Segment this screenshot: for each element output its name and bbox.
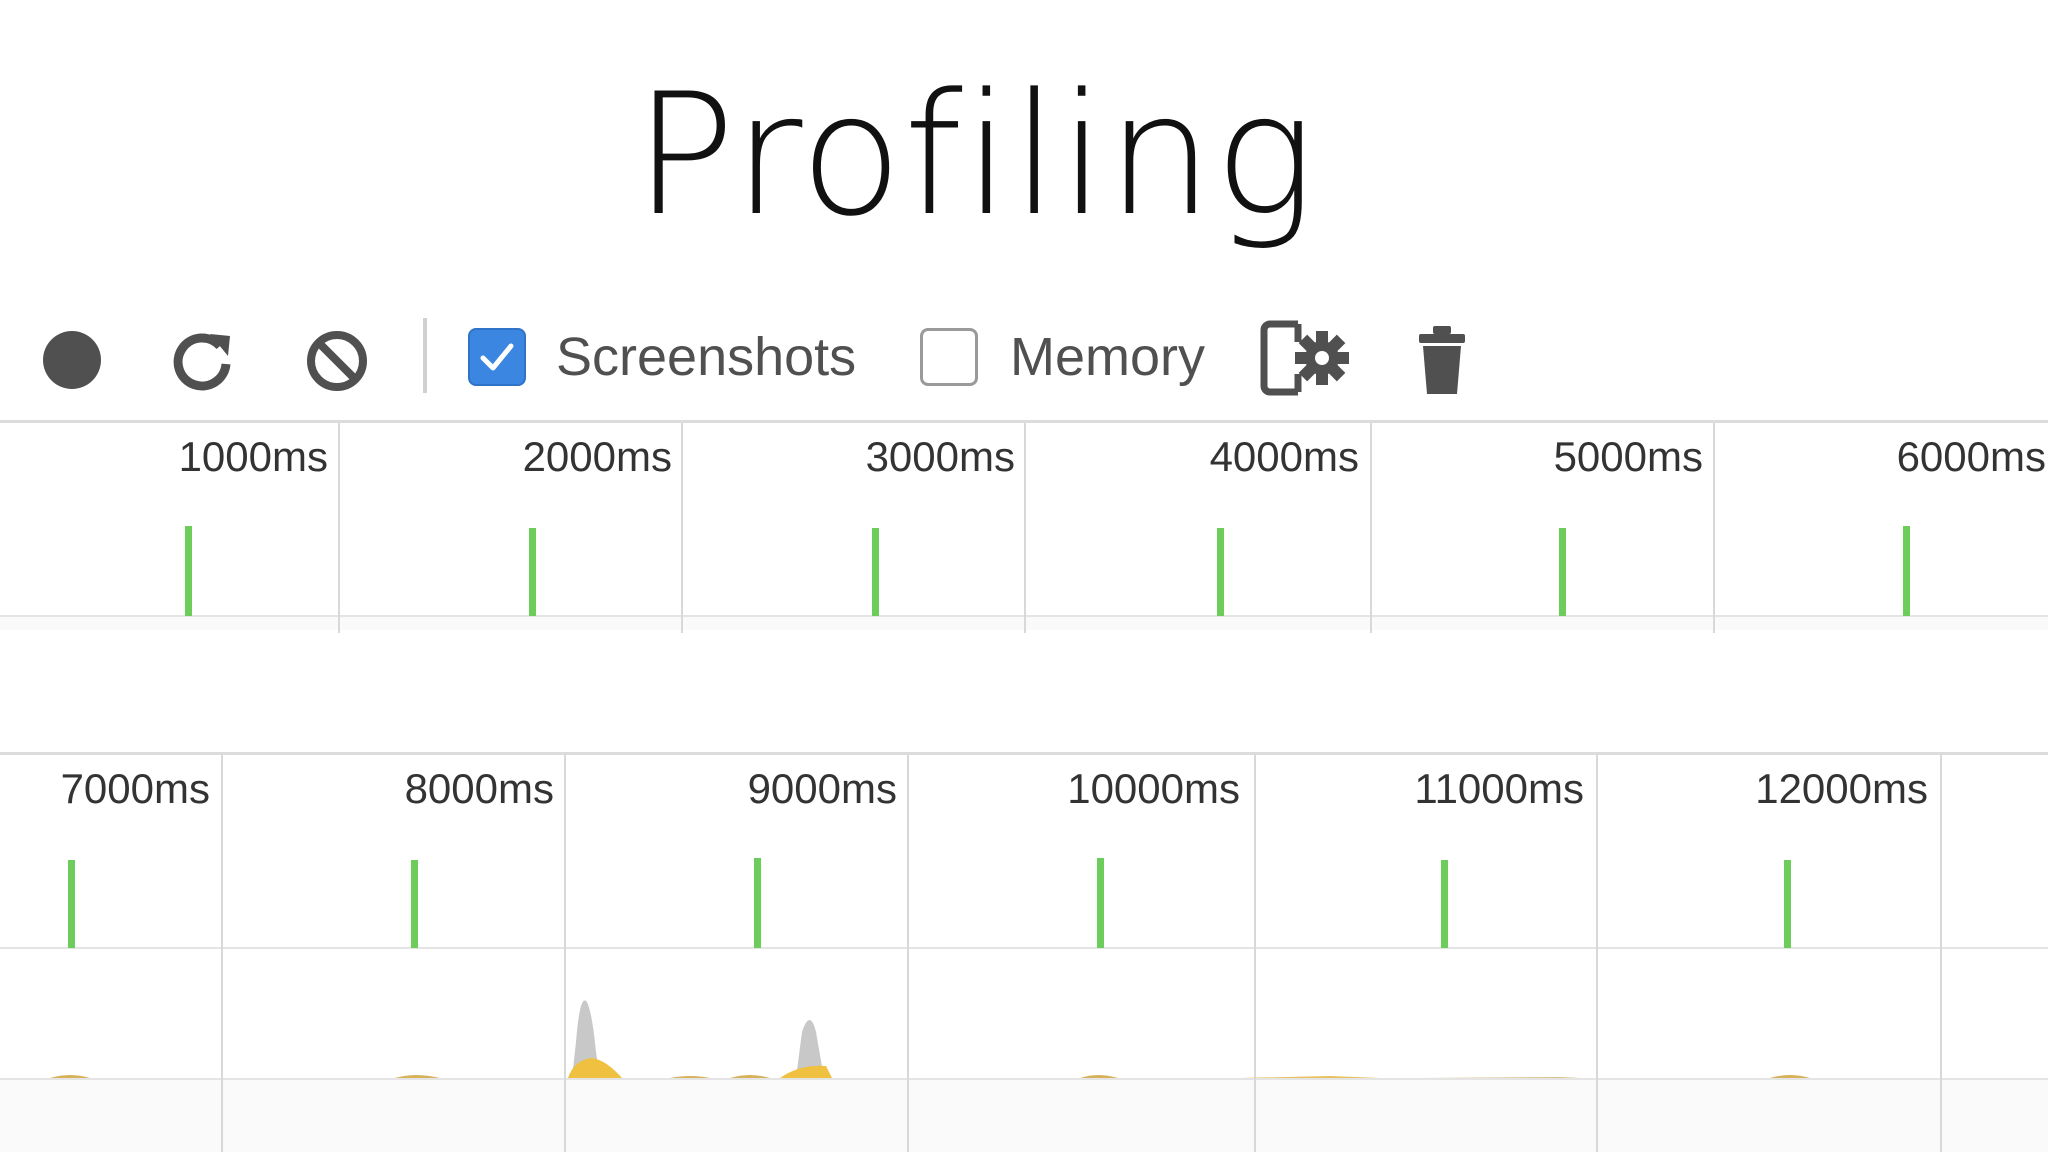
time-tick-label: 11000ms (1414, 765, 1584, 812)
frame-marker (872, 528, 879, 616)
performance-toolbar: Screenshots Memory (0, 300, 2048, 420)
time-tick-label: 7000ms (60, 765, 210, 812)
time-tick-label: 12000ms (1755, 765, 1928, 812)
time-tick-label: 8000ms (404, 765, 554, 812)
time-tick-label: 10000ms (1067, 765, 1240, 812)
frame-marker (529, 528, 536, 616)
time-tick-label: 5000ms (1553, 433, 1703, 480)
frame-marker (1784, 860, 1791, 948)
time-tick-label: 9000ms (747, 765, 897, 812)
capture-settings-icon (1260, 320, 1349, 396)
time-tick-label: 6000ms (1896, 433, 2046, 480)
frame-marker (411, 860, 418, 948)
record-icon (43, 331, 101, 389)
collect-garbage-button[interactable] (1412, 320, 1472, 400)
frame-marker (1217, 528, 1224, 616)
slide-title: Profiling (634, 57, 1316, 253)
checkmark-icon (480, 343, 514, 371)
clear-button[interactable] (302, 326, 372, 396)
capture-settings-button[interactable] (1258, 316, 1354, 400)
memory-checkbox[interactable] (920, 328, 978, 386)
frame-marker (1559, 528, 1566, 616)
time-tick-label: 1000ms (178, 433, 328, 480)
reload-record-button[interactable] (168, 326, 238, 396)
timeline-overview-row-1[interactable]: 1000ms 2000ms 3000ms 4000ms 5000ms 6000m… (0, 420, 2048, 633)
cpu-activity-chart (50, 1000, 1810, 1078)
time-tick-label: 3000ms (865, 433, 1015, 480)
record-button[interactable] (40, 328, 104, 392)
frame-marker (68, 860, 75, 948)
screenshots-label[interactable]: Screenshots (556, 324, 856, 390)
frame-marker (1441, 860, 1448, 948)
time-tick-label: 4000ms (1209, 433, 1359, 480)
reload-icon (173, 333, 231, 391)
trash-icon (1419, 326, 1465, 394)
timeline-overview-row-2[interactable]: 7000ms 8000ms 9000ms 10000ms 11000ms 120… (0, 752, 2048, 1152)
frame-marker (185, 526, 192, 616)
frame-marker (1097, 858, 1104, 948)
frame-marker (754, 858, 761, 948)
clear-icon (307, 331, 367, 391)
frame-marker (1903, 526, 1910, 616)
time-tick-label: 2000ms (522, 433, 672, 480)
memory-label[interactable]: Memory (1010, 324, 1205, 390)
screenshots-checkbox[interactable] (468, 328, 526, 386)
toolbar-separator (423, 318, 427, 393)
